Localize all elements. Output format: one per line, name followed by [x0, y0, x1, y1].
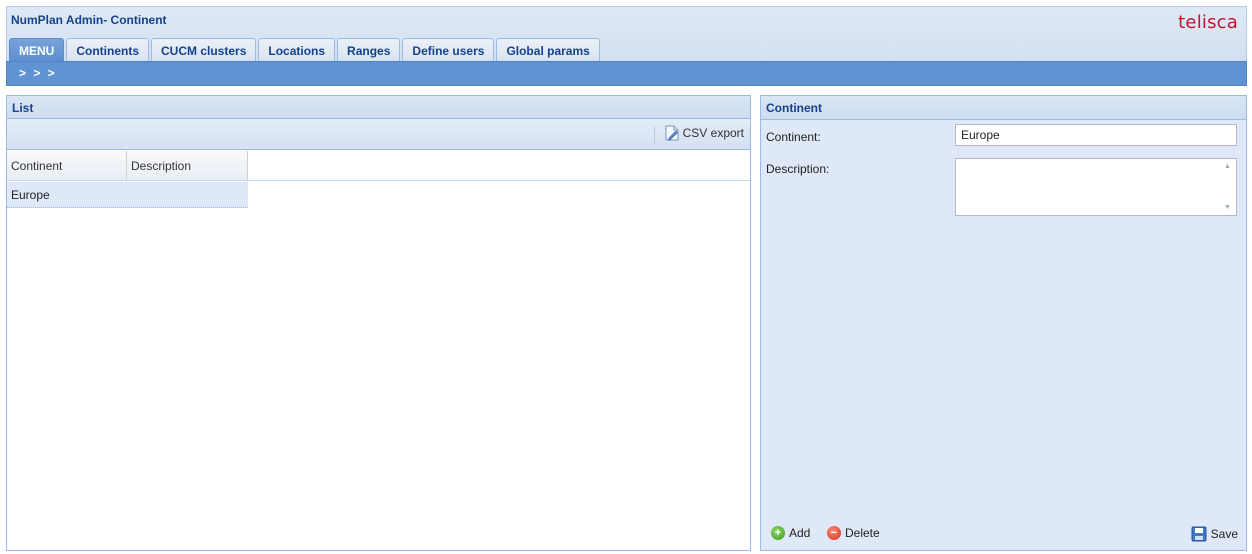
list-panel: List CSV export Continent Description Eu…	[6, 95, 751, 551]
csv-export-label: CSV export	[682, 126, 744, 140]
csv-export-button[interactable]: CSV export	[664, 125, 744, 141]
csv-export-icon	[664, 125, 680, 141]
table-row[interactable]: Europe	[7, 182, 248, 208]
delete-label: Delete	[845, 526, 880, 540]
description-field-label: Description:	[766, 162, 830, 176]
tab-menu[interactable]: MENU	[9, 38, 65, 62]
column-header-continent[interactable]: Continent	[7, 151, 127, 180]
menu-subbar: > > >	[6, 61, 1247, 86]
column-header-description[interactable]: Description	[127, 151, 248, 180]
continent-form-panel: Continent Continent: Description: ▲ ▼ + …	[760, 95, 1247, 551]
brand-logo: telisca	[1178, 12, 1238, 33]
scroll-up-icon[interactable]: ▲	[1224, 163, 1231, 170]
description-field-wrapper: ▲ ▼	[955, 158, 1237, 216]
delete-icon: −	[827, 526, 841, 540]
form-panel-title: Continent	[761, 96, 1246, 120]
tab-global-params[interactable]: Global params	[496, 38, 600, 62]
main-tabs: MENU Continents CUCM clusters Locations …	[9, 38, 600, 62]
add-label: Add	[789, 526, 811, 540]
scroll-down-icon[interactable]: ▼	[1224, 204, 1231, 211]
description-field[interactable]	[956, 159, 1220, 215]
app-title: NumPlan Admin- Continent	[11, 13, 167, 27]
list-toolbar: CSV export	[7, 119, 750, 150]
save-label: Save	[1210, 527, 1238, 541]
cell-continent: Europe	[11, 188, 50, 202]
grid-header: Continent Description	[7, 151, 750, 181]
app-header: NumPlan Admin- Continent telisca MENU Co…	[6, 6, 1247, 62]
tab-ranges[interactable]: Ranges	[337, 38, 401, 62]
tab-define-users[interactable]: Define users	[402, 38, 495, 62]
save-button[interactable]: Save	[1191, 526, 1238, 542]
description-scrollbar[interactable]: ▲ ▼	[1220, 159, 1236, 215]
expand-chevrons[interactable]: > > >	[19, 66, 57, 80]
add-icon: +	[771, 526, 785, 540]
tab-locations[interactable]: Locations	[258, 38, 336, 62]
save-icon	[1191, 526, 1207, 542]
tab-continents[interactable]: Continents	[66, 38, 150, 62]
cell-description	[127, 182, 248, 207]
toolbar-separator	[654, 126, 655, 144]
add-button[interactable]: + Add	[771, 526, 810, 540]
list-panel-title: List	[7, 96, 750, 119]
tab-cucm-clusters[interactable]: CUCM clusters	[151, 38, 257, 62]
continent-field[interactable]	[955, 124, 1237, 146]
continent-field-label: Continent:	[766, 130, 821, 144]
form-button-bar: + Add − Delete Save	[761, 518, 1246, 550]
delete-button[interactable]: − Delete	[827, 526, 880, 540]
